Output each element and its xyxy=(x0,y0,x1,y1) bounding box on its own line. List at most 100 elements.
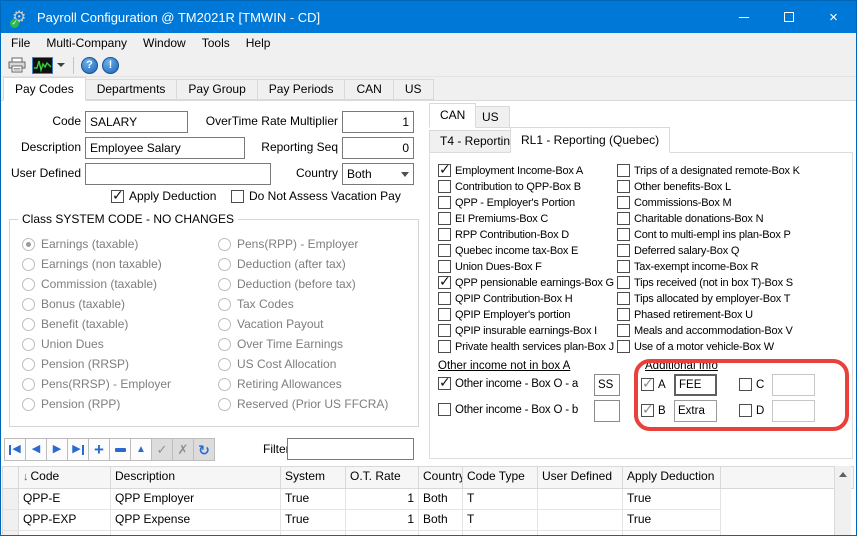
checkbox[interactable] xyxy=(438,324,451,337)
rl1-box-v-row[interactable]: Meals and accommodation-Box V xyxy=(617,324,793,337)
checkbox[interactable] xyxy=(438,403,451,416)
rl1-box-r-row[interactable]: Tax-exempt income-Box R xyxy=(617,260,758,273)
rl1-qpip-employer-row[interactable]: QPIP Employer's portion xyxy=(438,308,570,321)
tab-can[interactable]: CAN xyxy=(344,79,393,100)
tab-pay-group[interactable]: Pay Group xyxy=(176,79,257,100)
checkbox[interactable] xyxy=(617,276,630,289)
rl1-box-p-row[interactable]: Cont to multi-empl ins plan-Box P xyxy=(617,228,791,241)
other-income-b-row[interactable]: Other income - Box O - b xyxy=(438,403,578,416)
grid-row[interactable]: QPP-EXP QPP Expense True 1 Both T True xyxy=(3,510,854,531)
tab-departments[interactable]: Departments xyxy=(85,79,178,100)
additional-info-c-row[interactable]: C xyxy=(739,378,764,391)
help-button[interactable]: ? xyxy=(81,57,98,74)
rl1-box-q-row[interactable]: Deferred salary-Box Q xyxy=(617,244,739,257)
grid-header-code-type[interactable]: Code Type xyxy=(463,467,538,489)
grid-row[interactable]: RPP-EXP RPP - Expense True 1 Both T True xyxy=(3,531,854,535)
checkbox[interactable] xyxy=(438,244,451,257)
rl1-box-l-row[interactable]: Other benefits-Box L xyxy=(617,180,731,193)
additional-info-c-input[interactable] xyxy=(772,374,815,396)
additional-info-a-input[interactable] xyxy=(674,374,717,396)
other-income-a-row[interactable]: Other income - Box O - a xyxy=(438,377,578,390)
nav-first-button[interactable]: ◀ xyxy=(4,438,26,461)
additional-info-b-row[interactable]: B xyxy=(641,404,665,417)
overtime-rate-input[interactable] xyxy=(342,111,414,133)
reporting-seq-input[interactable] xyxy=(342,137,414,159)
checkbox[interactable] xyxy=(438,308,451,321)
checkbox[interactable] xyxy=(617,180,630,193)
checkbox[interactable] xyxy=(438,292,451,305)
checkbox[interactable] xyxy=(617,324,630,337)
close-button[interactable]: × xyxy=(811,1,856,33)
nav-last-button[interactable]: ▶ xyxy=(67,438,89,461)
rl1-box-u-row[interactable]: Phased retirement-Box U xyxy=(617,308,753,321)
checkbox[interactable] xyxy=(641,404,654,417)
rl1-box-w-row[interactable]: Use of a motor vehicle-Box W xyxy=(617,340,774,353)
rl1-box-h-row[interactable]: QPIP Contribution-Box H xyxy=(438,292,572,305)
other-income-b-input[interactable] xyxy=(594,400,620,422)
about-button[interactable]: ! xyxy=(102,57,119,74)
apply-deduction-checkbox[interactable] xyxy=(111,190,124,203)
checkbox[interactable] xyxy=(617,164,630,177)
country-select[interactable]: Both xyxy=(342,163,414,185)
rl1-qpp-employer-row[interactable]: QPP - Employer's Portion xyxy=(438,196,575,209)
additional-info-b-input[interactable] xyxy=(674,400,717,422)
checkbox[interactable] xyxy=(438,260,451,273)
maximize-button[interactable] xyxy=(766,1,811,33)
checkbox[interactable] xyxy=(438,196,451,209)
grid-vertical-scrollbar[interactable] xyxy=(834,466,851,535)
menu-tools[interactable]: Tools xyxy=(194,33,238,54)
menu-window[interactable]: Window xyxy=(135,33,194,54)
do-not-assess-vacation-checkbox[interactable] xyxy=(231,190,244,203)
rl1-box-f-row[interactable]: Union Dues-Box F xyxy=(438,260,542,273)
checkbox[interactable] xyxy=(617,292,630,305)
checkbox[interactable] xyxy=(438,340,451,353)
checkbox[interactable] xyxy=(641,378,654,391)
nav-delete-button[interactable] xyxy=(109,438,131,461)
grid-header-user-defined[interactable]: User Defined xyxy=(538,467,623,489)
nav-next-button[interactable]: ▶ xyxy=(46,438,68,461)
nav-refresh-button[interactable]: ↻ xyxy=(193,438,215,461)
checkbox[interactable] xyxy=(438,228,451,241)
nav-prior-button[interactable]: ◀ xyxy=(25,438,47,461)
grid-header-apply-deduction[interactable]: Apply Deduction xyxy=(623,467,721,489)
filter-input[interactable] xyxy=(287,438,414,460)
rl1-box-n-row[interactable]: Charitable donations-Box N xyxy=(617,212,763,225)
apply-deduction-checkbox-row[interactable]: Apply Deduction xyxy=(111,189,216,203)
grid-header-system[interactable]: System xyxy=(281,467,346,489)
additional-info-d-input[interactable] xyxy=(772,400,815,422)
checkbox[interactable] xyxy=(617,260,630,273)
nav-insert-button[interactable]: + xyxy=(88,438,110,461)
rl1-box-j-row[interactable]: Private health services plan-Box J xyxy=(438,340,614,353)
grid-header-code[interactable]: ↓Code xyxy=(19,467,111,489)
rl1-box-i-row[interactable]: QPIP insurable earnings-Box I xyxy=(438,324,597,337)
rl1-box-b-row[interactable]: Contribution to QPP-Box B xyxy=(438,180,581,193)
country-tab-us[interactable]: US xyxy=(471,106,510,128)
checkbox[interactable] xyxy=(617,228,630,241)
additional-info-a-row[interactable]: A xyxy=(641,378,665,391)
rl1-box-g-row[interactable]: QPP pensionable earnings-Box G xyxy=(438,276,614,289)
checkbox[interactable] xyxy=(438,212,451,225)
additional-info-d-row[interactable]: D xyxy=(739,404,764,417)
country-tab-can[interactable]: CAN xyxy=(429,103,476,128)
rl1-box-a-row[interactable]: Employment Income-Box A xyxy=(438,164,583,177)
checkbox[interactable] xyxy=(739,404,752,417)
tab-pay-periods[interactable]: Pay Periods xyxy=(257,79,346,100)
tab-us[interactable]: US xyxy=(393,79,434,100)
nav-edit-button[interactable]: ▲ xyxy=(130,438,152,461)
checkbox[interactable] xyxy=(438,180,451,193)
grid-header-country[interactable]: Country xyxy=(419,467,463,489)
checkbox[interactable] xyxy=(739,378,752,391)
rl1-box-c-row[interactable]: EI Premiums-Box C xyxy=(438,212,548,225)
menu-file[interactable]: File xyxy=(3,33,38,54)
menu-help[interactable]: Help xyxy=(238,33,279,54)
checkbox[interactable] xyxy=(438,377,451,390)
payroll-console-button[interactable] xyxy=(29,55,68,76)
checkbox[interactable] xyxy=(617,244,630,257)
report-tab-rl1[interactable]: RL1 - Reporting (Quebec) xyxy=(510,127,670,153)
checkbox[interactable] xyxy=(438,276,451,289)
rl1-box-k-row[interactable]: Trips of a designated remote-Box K xyxy=(617,164,800,177)
console-dropdown-icon[interactable] xyxy=(57,63,65,67)
rl1-box-d-row[interactable]: RPP Contribution-Box D xyxy=(438,228,569,241)
menu-multi-company[interactable]: Multi-Company xyxy=(38,33,135,54)
tab-pay-codes[interactable]: Pay Codes xyxy=(3,77,86,101)
